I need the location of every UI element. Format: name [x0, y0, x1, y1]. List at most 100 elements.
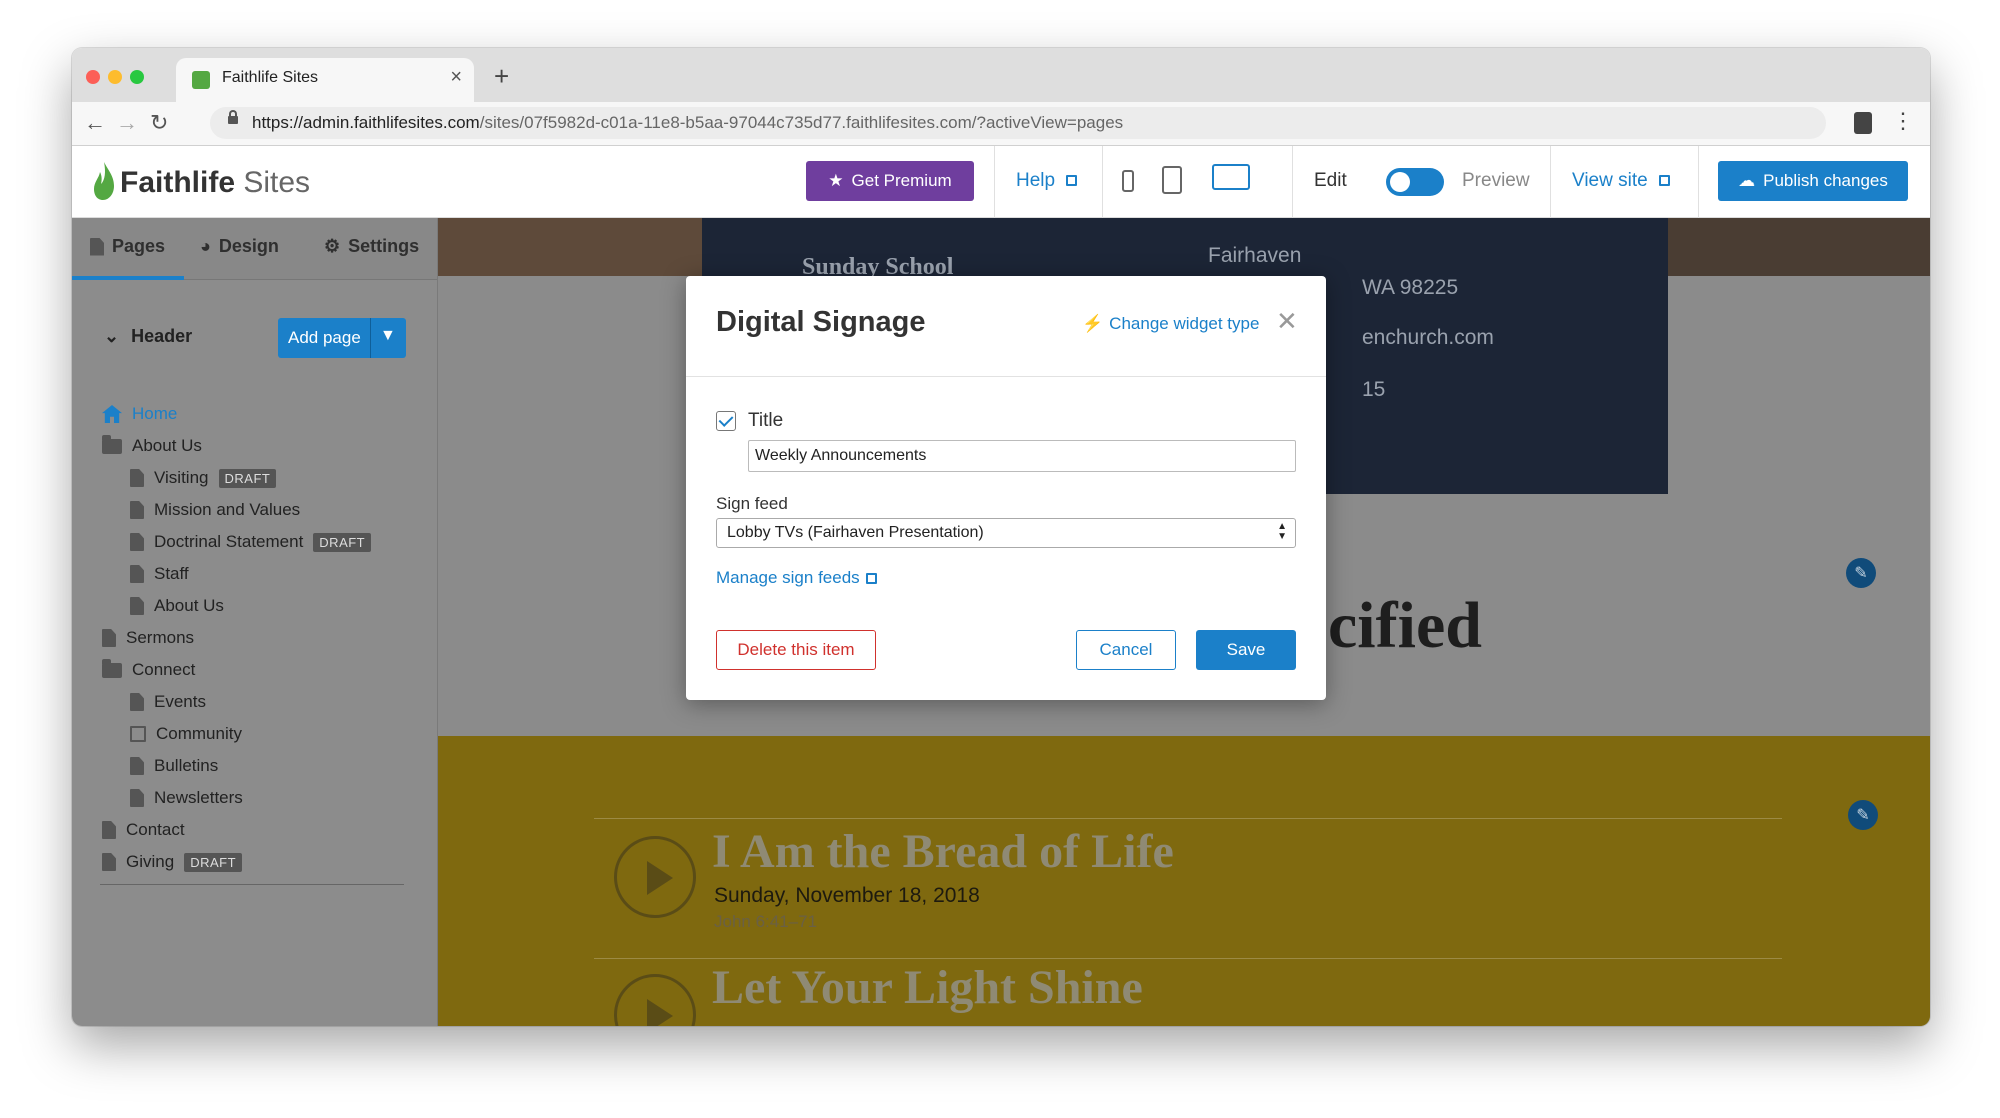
draft-badge: DRAFT	[218, 468, 277, 488]
play-icon	[647, 861, 673, 895]
close-window-button[interactable]	[86, 70, 100, 84]
divider	[1698, 146, 1699, 218]
page-icon	[102, 853, 116, 871]
delete-item-button[interactable]: Delete this item	[716, 630, 876, 670]
change-widget-type-link[interactable]: ⚡ Change widget type	[1082, 314, 1259, 334]
app-header: Faithlife Sites ★ Get Premium Help Edit …	[72, 146, 1930, 218]
chevron-down-icon: ⌄	[104, 326, 120, 346]
title-checkbox[interactable]	[716, 411, 736, 431]
active-tab-indicator	[72, 276, 184, 280]
sidebar-item-events[interactable]: Events	[130, 692, 206, 712]
sidebar-item-doctrinal-statement[interactable]: Doctrinal Statement DRAFT	[130, 532, 372, 552]
minimize-window-button[interactable]	[108, 70, 122, 84]
address-bar[interactable]: https://admin.faithlifesites.com/sites/0…	[210, 107, 1826, 139]
digital-signage-dialog: Digital Signage ⚡ Change widget type ✕ T…	[686, 276, 1326, 700]
save-button[interactable]: Save	[1196, 630, 1296, 670]
phone-view-icon[interactable]	[1122, 170, 1134, 192]
sidebar-item-sermons[interactable]: Sermons	[102, 628, 194, 648]
home-icon	[102, 405, 122, 423]
external-link-icon	[1066, 175, 1078, 186]
folder-icon	[102, 434, 122, 454]
dialog-divider	[686, 376, 1326, 377]
back-icon[interactable]: ←	[84, 110, 106, 136]
sidebar-item-about-us[interactable]: About Us	[102, 434, 202, 456]
page-icon	[130, 693, 144, 711]
contact-city: Fairhaven	[1208, 244, 1302, 267]
desktop-view-icon[interactable]	[1212, 164, 1250, 190]
browser-tab[interactable]: Faithlife Sites ×	[176, 58, 474, 102]
new-tab-icon[interactable]: +	[494, 61, 509, 92]
external-link-icon	[865, 572, 877, 584]
cancel-button[interactable]: Cancel	[1076, 630, 1176, 670]
play-button[interactable]	[614, 836, 696, 918]
dialog-title: Digital Signage	[716, 306, 926, 338]
edit-label: Edit	[1314, 170, 1347, 191]
sidebar-item-about-us-page[interactable]: About Us	[130, 596, 224, 616]
help-link[interactable]: Help	[1016, 170, 1078, 192]
draft-badge: DRAFT	[184, 852, 243, 872]
add-page-button[interactable]: Add page ▼	[278, 318, 406, 358]
title-input[interactable]	[748, 440, 1296, 472]
sidebar-item-connect[interactable]: Connect	[102, 658, 195, 680]
tab-settings[interactable]: ⚙ Settings	[324, 236, 419, 257]
extension-icon[interactable]	[1854, 112, 1872, 134]
sermon-date: Sunday, November 18, 2018	[714, 884, 980, 907]
sidebar-item-home[interactable]: Home	[102, 404, 177, 424]
logo-text: Faithlife Sites	[120, 166, 311, 199]
external-link-icon	[1658, 175, 1670, 186]
sidebar-item-visiting[interactable]: Visiting DRAFT	[130, 468, 277, 488]
get-premium-button[interactable]: ★ Get Premium	[806, 161, 974, 201]
tab-pages[interactable]: Pages	[90, 236, 165, 257]
tab-design[interactable]: ◕ Design	[200, 236, 279, 257]
sidebar-item-community[interactable]: Community	[130, 724, 242, 744]
palette-icon: ◕	[200, 236, 211, 256]
cloud-upload-icon: ☁	[1738, 171, 1756, 190]
sign-feed-select[interactable]: Lobby TVs (Fairhaven Presentation) ▲ ▼	[716, 518, 1296, 548]
publish-changes-button[interactable]: ☁ Publish changes	[1718, 161, 1908, 201]
divider	[1550, 146, 1551, 218]
page-icon	[130, 597, 144, 615]
sidebar-item-staff[interactable]: Staff	[130, 564, 189, 584]
tab-close-icon[interactable]: ×	[450, 66, 462, 89]
sermon-title[interactable]: Let Your Light Shine	[712, 960, 1143, 1015]
tab-strip: Faithlife Sites × +	[72, 48, 1930, 102]
page-icon	[102, 629, 116, 647]
section-heading: cified	[1328, 589, 1482, 662]
zoom-window-button[interactable]	[130, 70, 144, 84]
contact-zip: WA 98225	[1362, 276, 1459, 299]
edit-preview-toggle[interactable]	[1386, 168, 1444, 196]
sermon-reference: John 6:41–71	[714, 912, 818, 931]
close-icon[interactable]: ✕	[1276, 306, 1298, 337]
divider	[1102, 146, 1103, 218]
divider	[594, 958, 1782, 959]
page-icon	[130, 789, 144, 807]
sidebar-item-newsletters[interactable]: Newsletters	[130, 788, 243, 808]
sermon-title[interactable]: I Am the Bread of Life	[712, 824, 1174, 879]
sidebar-item-mission-and-values[interactable]: Mission and Values	[130, 500, 300, 520]
page-icon	[130, 565, 144, 583]
sidebar-divider	[100, 884, 404, 885]
sidebar-item-contact[interactable]: Contact	[102, 820, 185, 840]
toggle-knob	[1390, 172, 1410, 192]
pages-sidebar: Pages ◕ Design ⚙ Settings ⌄ Header Add p…	[72, 218, 438, 1026]
forward-icon[interactable]: →	[116, 110, 138, 136]
sidebar-item-bulletins[interactable]: Bulletins	[130, 756, 218, 776]
edit-pencil-icon[interactable]: ✎	[1848, 800, 1878, 830]
sidebar-item-giving[interactable]: Giving DRAFT	[102, 852, 243, 872]
header-section-toggle[interactable]: ⌄ Header	[104, 326, 192, 347]
magic-wand-icon: ⚡	[1082, 314, 1104, 333]
page-icon	[102, 821, 116, 839]
hero-image-right	[1668, 218, 1930, 276]
sign-feed-label: Sign feed	[716, 494, 788, 513]
reload-icon[interactable]: ↻	[150, 110, 168, 136]
view-site-link[interactable]: View site	[1572, 170, 1670, 192]
draft-badge: DRAFT	[313, 532, 372, 552]
contact-website: enchurch.com	[1362, 326, 1494, 349]
browser-menu-icon[interactable]: ⋮	[1892, 108, 1914, 134]
browser-toolbar: ← → ↻ https://admin.faithlifesites.com/s…	[72, 102, 1930, 146]
manage-sign-feeds-link[interactable]: Manage sign feeds	[716, 568, 877, 588]
edit-pencil-icon[interactable]: ✎	[1846, 558, 1876, 588]
browser-window: Faithlife Sites × + ← → ↻ https://admin.…	[72, 48, 1930, 1026]
chevron-down-icon[interactable]: ▼	[380, 327, 396, 345]
tablet-view-icon[interactable]	[1162, 166, 1182, 194]
